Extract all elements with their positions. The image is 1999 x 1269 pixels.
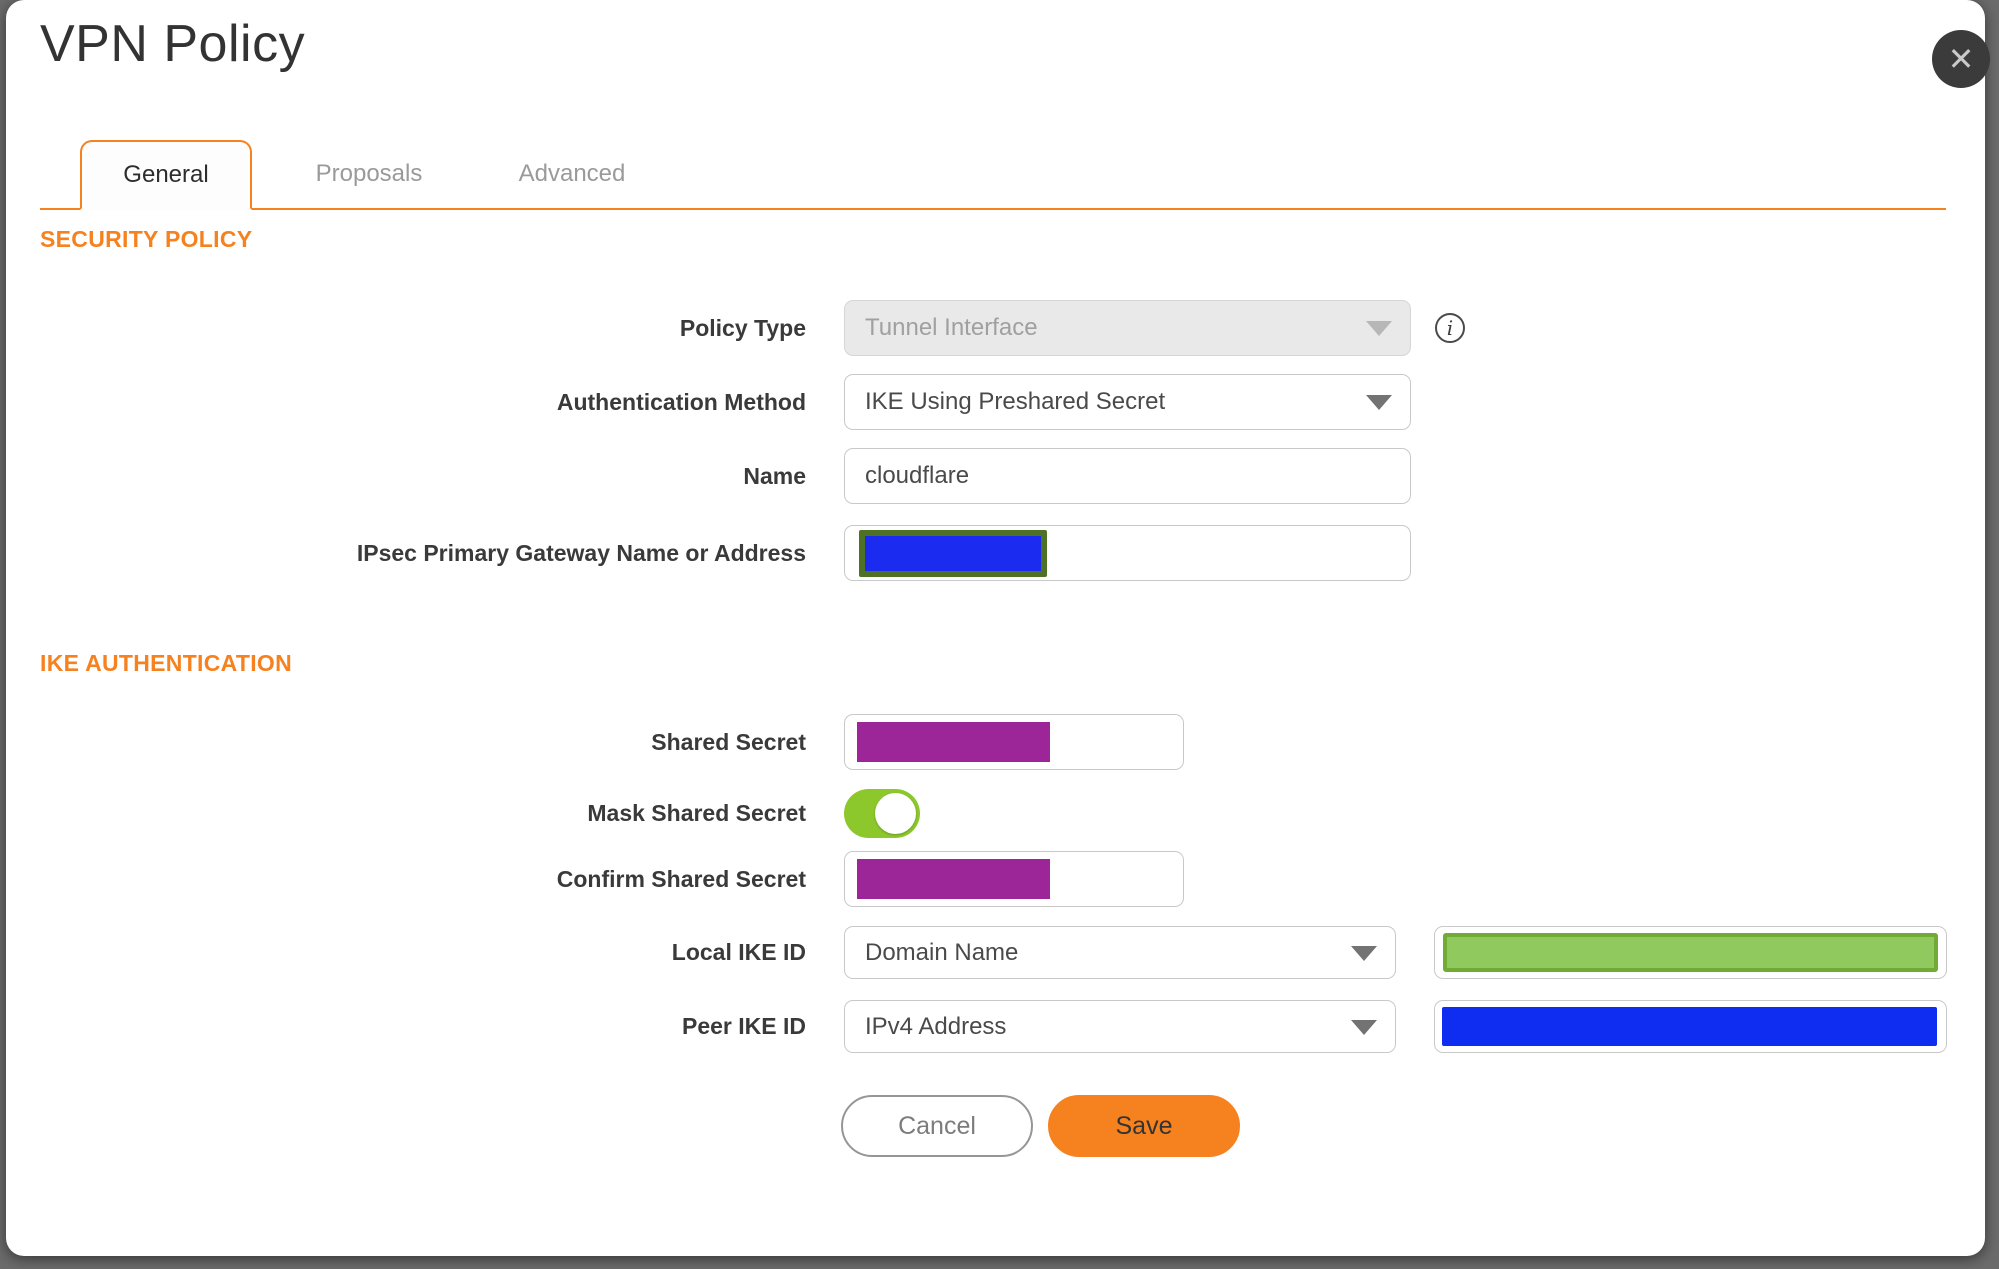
info-icon[interactable]: i xyxy=(1435,313,1465,343)
close-button[interactable]: ✕ xyxy=(1932,30,1990,88)
ike-authentication-heading: IKE AUTHENTICATION xyxy=(40,650,292,676)
shared-secret-row: Shared Secret xyxy=(6,714,1985,770)
peer-ike-id-type-value: IPv4 Address xyxy=(865,1012,1007,1040)
gateway-input[interactable] xyxy=(844,525,1411,581)
name-value: cloudflare xyxy=(865,462,970,489)
chevron-down-icon xyxy=(1351,945,1377,961)
tab-general-label: General xyxy=(123,161,209,188)
gateway-label: IPsec Primary Gateway Name or Address xyxy=(356,539,806,566)
local-ike-id-row: Local IKE ID Domain Name xyxy=(6,926,1985,979)
confirm-shared-secret-label: Confirm Shared Secret xyxy=(556,865,806,892)
toggle-knob xyxy=(875,792,916,834)
tab-advanced-label: Advanced xyxy=(518,160,626,187)
peer-ike-id-select[interactable]: IPv4 Address xyxy=(844,1000,1396,1053)
confirm-shared-secret-row: Confirm Shared Secret xyxy=(6,851,1985,907)
name-row: Name cloudflare xyxy=(6,448,1985,504)
redacted-local-ike-id-value xyxy=(1443,933,1938,972)
peer-ike-id-input[interactable] xyxy=(1434,1000,1947,1053)
tab-general[interactable]: General xyxy=(80,140,252,210)
policy-type-row: Policy Type Tunnel Interface i xyxy=(6,300,1985,356)
shared-secret-input[interactable] xyxy=(844,714,1184,770)
save-button-label: Save xyxy=(1115,1111,1173,1140)
tab-advanced[interactable]: Advanced xyxy=(486,140,658,208)
peer-ike-id-row: Peer IKE ID IPv4 Address xyxy=(6,1000,1985,1053)
local-ike-id-input[interactable] xyxy=(1434,926,1947,979)
redacted-gateway-value xyxy=(859,530,1047,577)
vpn-policy-dialog: VPN Policy General Proposals Advanced SE… xyxy=(6,0,1985,1256)
chevron-down-icon xyxy=(1366,321,1392,336)
policy-type-value: Tunnel Interface xyxy=(865,314,1038,341)
authentication-method-value: IKE Using Preshared Secret xyxy=(865,388,1166,415)
confirm-shared-secret-input[interactable] xyxy=(844,851,1184,907)
shared-secret-label: Shared Secret xyxy=(651,728,806,755)
close-icon: ✕ xyxy=(1947,41,1975,77)
authentication-method-label: Authentication Method xyxy=(556,388,806,415)
mask-shared-secret-label: Mask Shared Secret xyxy=(587,799,806,826)
policy-type-label: Policy Type xyxy=(679,314,806,341)
gateway-row: IPsec Primary Gateway Name or Address xyxy=(6,525,1985,581)
local-ike-id-type-value: Domain Name xyxy=(865,938,1019,966)
mask-shared-secret-toggle[interactable] xyxy=(844,788,920,838)
save-button[interactable]: Save xyxy=(1048,1095,1240,1157)
name-input[interactable]: cloudflare xyxy=(844,448,1411,504)
security-policy-heading: SECURITY POLICY xyxy=(40,226,253,252)
peer-ike-id-label: Peer IKE ID xyxy=(682,1013,806,1039)
tab-proposals-label: Proposals xyxy=(315,160,423,187)
cancel-button[interactable]: Cancel xyxy=(841,1095,1033,1157)
authentication-method-row: Authentication Method IKE Using Preshare… xyxy=(6,374,1985,430)
tab-bar: General Proposals Advanced xyxy=(40,140,1946,210)
authentication-method-select[interactable]: IKE Using Preshared Secret xyxy=(844,374,1411,430)
policy-type-select: Tunnel Interface xyxy=(844,300,1411,356)
tab-proposals[interactable]: Proposals xyxy=(283,140,455,208)
mask-shared-secret-row: Mask Shared Secret xyxy=(6,788,1985,838)
local-ike-id-label: Local IKE ID xyxy=(671,939,806,965)
redacted-peer-ike-id-value xyxy=(1442,1007,1937,1046)
local-ike-id-select[interactable]: Domain Name xyxy=(844,926,1396,979)
chevron-down-icon xyxy=(1366,395,1392,410)
name-label: Name xyxy=(743,462,806,489)
page-title: VPN Policy xyxy=(40,15,306,73)
redacted-shared-secret-value xyxy=(857,722,1050,762)
redacted-confirm-shared-secret-value xyxy=(857,859,1050,899)
cancel-button-label: Cancel xyxy=(898,1111,976,1140)
chevron-down-icon xyxy=(1351,1019,1377,1035)
